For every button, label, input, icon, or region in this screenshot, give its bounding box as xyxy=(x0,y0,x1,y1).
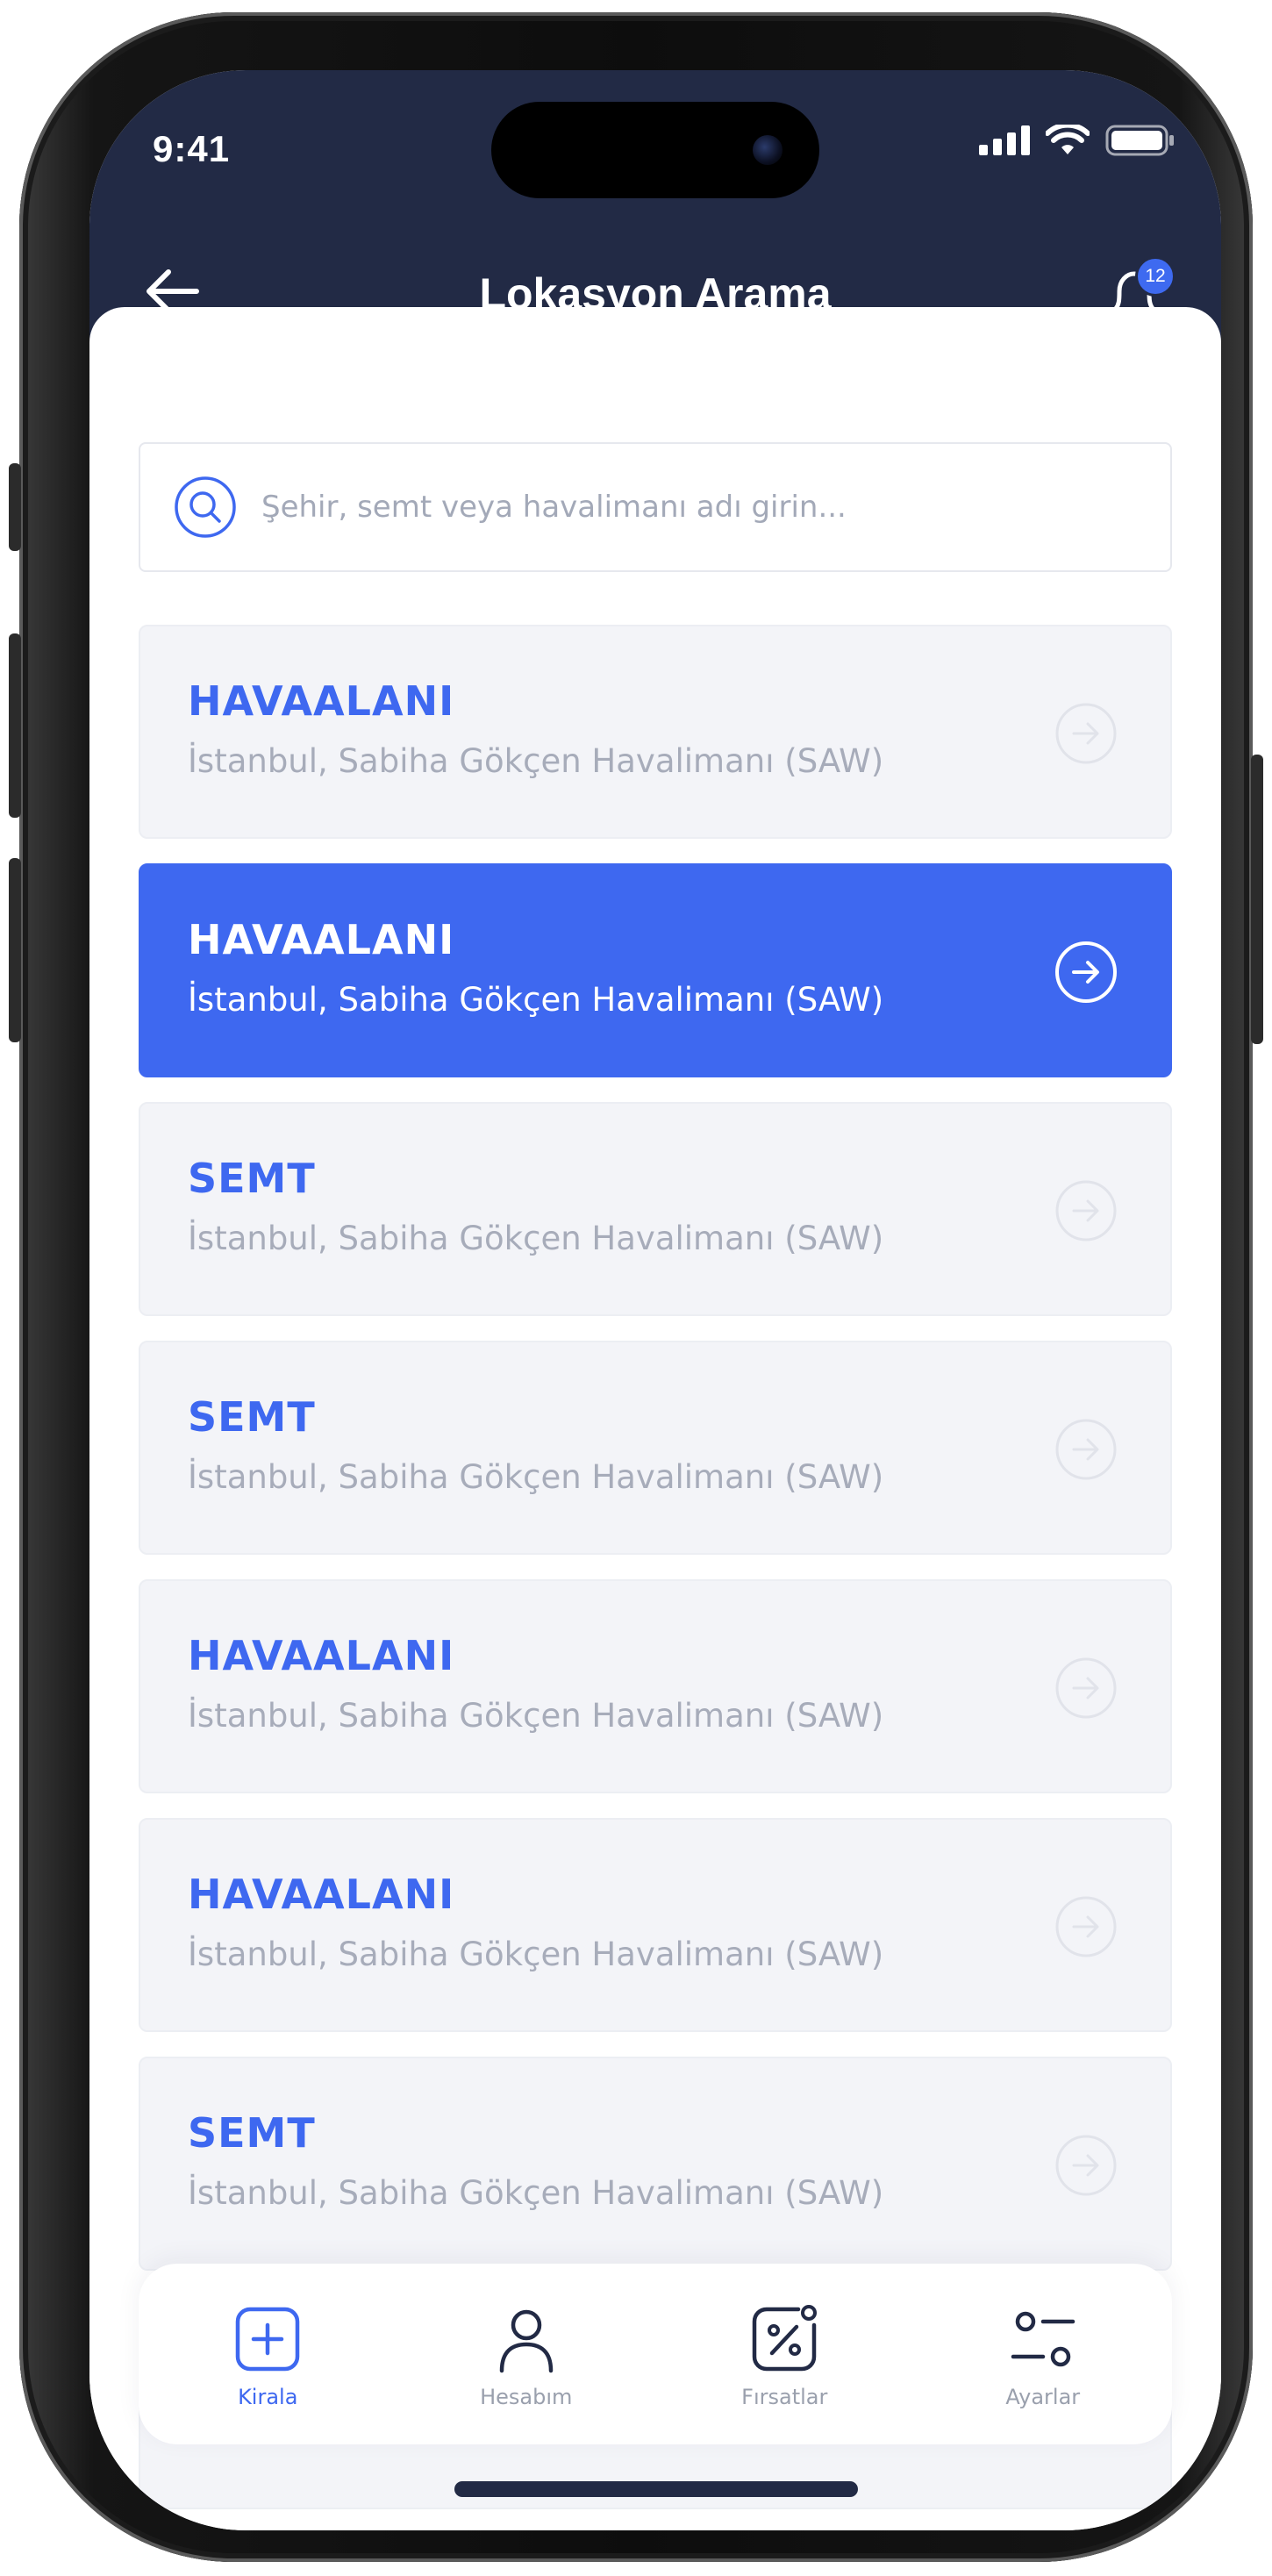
arrow-right-circle-icon xyxy=(1055,1896,1117,1957)
location-type: SEMT xyxy=(188,2109,316,2157)
tab-ayarlar[interactable]: Ayarlar xyxy=(929,2264,1157,2444)
location-name: İstanbul, Sabiha Gökçen Havalimanı (SAW) xyxy=(188,1936,884,1973)
volume-up-button xyxy=(9,633,21,818)
action-button xyxy=(9,463,21,551)
bottom-tab-bar: Kirala Hesabım Fırsatlar Ayarlar xyxy=(139,2264,1172,2444)
location-name: İstanbul, Sabiha Gökçen Havalimanı (SAW) xyxy=(188,1697,884,1735)
location-item[interactable]: HAVAALANI İstanbul, Sabiha Gökçen Havali… xyxy=(139,1579,1172,1793)
location-type: HAVAALANI xyxy=(188,1632,455,1679)
location-type: SEMT xyxy=(188,1155,316,1202)
search-icon xyxy=(175,476,236,538)
location-name: İstanbul, Sabiha Gökçen Havalimanı (SAW) xyxy=(188,1220,884,1257)
location-item[interactable]: SEMT İstanbul, Sabiha Gökçen Havalimanı … xyxy=(139,1102,1172,1316)
tab-hesabim[interactable]: Hesabım xyxy=(412,2264,640,2444)
tab-label: Ayarlar xyxy=(1005,2385,1081,2409)
user-icon xyxy=(499,2309,553,2373)
location-item[interactable]: HAVAALANI İstanbul, Sabiha Gökçen Havali… xyxy=(139,1818,1172,2032)
arrow-right-circle-icon xyxy=(1055,2135,1117,2196)
search-input[interactable] xyxy=(260,489,1102,526)
percent-tag-icon xyxy=(753,2305,818,2372)
volume-down-button xyxy=(9,858,21,1042)
tab-label: Hesabım xyxy=(480,2385,573,2409)
arrow-right-circle-icon xyxy=(1055,1419,1117,1480)
location-type: HAVAALANI xyxy=(188,916,455,963)
tab-label: Fırsatlar xyxy=(741,2385,828,2409)
location-name: İstanbul, Sabiha Gökçen Havalimanı (SAW) xyxy=(188,981,884,1019)
tab-firsatlar[interactable]: Fırsatlar xyxy=(670,2264,898,2444)
location-name: İstanbul, Sabiha Gökçen Havalimanı (SAW) xyxy=(188,1458,884,1496)
arrow-right-circle-icon xyxy=(1055,941,1117,1003)
location-type: HAVAALANI xyxy=(188,1871,455,1918)
arrow-right-circle-icon xyxy=(1055,703,1117,764)
power-button xyxy=(1251,755,1263,1044)
location-name: İstanbul, Sabiha Gökçen Havalimanı (SAW) xyxy=(188,2174,884,2212)
screen: 9:41 Lokasyon Arama 12 Şehir, semt veya … xyxy=(89,70,1221,2530)
location-item-selected[interactable]: HAVAALANI İstanbul, Sabiha Gökçen Havali… xyxy=(139,863,1172,1077)
home-indicator[interactable] xyxy=(454,2481,858,2497)
settings-toggle-icon xyxy=(1011,2311,1075,2367)
notification-badge: 12 xyxy=(1135,256,1176,297)
arrow-right-circle-icon xyxy=(1055,1180,1117,1241)
plus-square-icon xyxy=(236,2307,300,2372)
phone-frame: 9:41 Lokasyon Arama 12 Şehir, semt veya … xyxy=(9,12,1263,2562)
wifi-icon xyxy=(1046,125,1090,154)
status-icons xyxy=(979,125,1176,156)
location-item[interactable]: SEMT İstanbul, Sabiha Gökçen Havalimanı … xyxy=(139,2057,1172,2271)
content-panel: HAVAALANI İstanbul, Sabiha Gökçen Havali… xyxy=(89,307,1221,2530)
location-name: İstanbul, Sabiha Gökçen Havalimanı (SAW) xyxy=(188,742,884,780)
location-item[interactable]: HAVAALANI İstanbul, Sabiha Gökçen Havali… xyxy=(139,625,1172,839)
tab-label: Kirala xyxy=(238,2385,298,2409)
arrow-right-circle-icon xyxy=(1055,1657,1117,1719)
status-time: 9:41 xyxy=(153,128,231,169)
cellular-signal-icon xyxy=(979,125,1030,155)
dynamic-island xyxy=(491,102,819,198)
battery-icon xyxy=(1105,125,1174,156)
tab-kirala[interactable]: Kirala xyxy=(154,2264,382,2444)
camera-icon xyxy=(753,135,782,165)
location-item[interactable]: SEMT İstanbul, Sabiha Gökçen Havalimanı … xyxy=(139,1341,1172,1555)
location-list: HAVAALANI İstanbul, Sabiha Gökçen Havali… xyxy=(139,625,1172,2530)
location-type: SEMT xyxy=(188,1393,316,1441)
location-type: HAVAALANI xyxy=(188,677,455,725)
search-box[interactable] xyxy=(139,442,1172,572)
